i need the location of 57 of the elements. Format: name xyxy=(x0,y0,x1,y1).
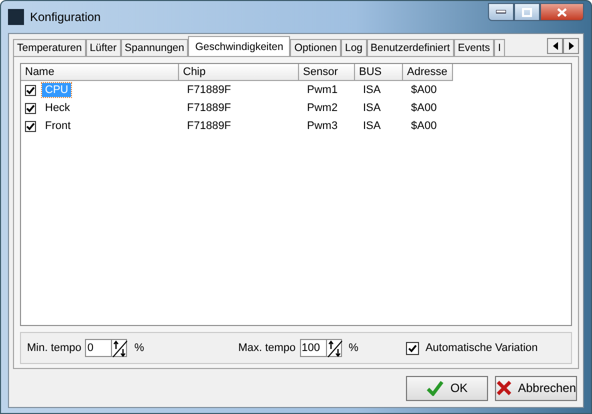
column-header[interactable]: Adresse xyxy=(403,64,453,81)
app-icon xyxy=(8,9,24,25)
cross-icon xyxy=(496,380,512,396)
column-header[interactable]: Chip xyxy=(179,64,299,81)
tab[interactable]: Optionen xyxy=(290,39,341,56)
checkbox[interactable] xyxy=(25,102,36,114)
window-title: Konfiguration xyxy=(30,10,101,24)
spin-button[interactable] xyxy=(111,339,128,357)
number-field[interactable]: 100 xyxy=(300,339,326,357)
column-header[interactable]: Sensor xyxy=(299,64,355,81)
column-header[interactable]: Name xyxy=(21,64,179,81)
table-cell-text: ISA xyxy=(362,84,382,96)
checkmark-icon xyxy=(426,380,444,396)
tab[interactable]: Log xyxy=(340,39,367,56)
checkbox[interactable] xyxy=(406,342,420,354)
fan-name[interactable]: Heck xyxy=(42,101,74,115)
tab[interactable]: Lüfter xyxy=(86,39,121,56)
tab[interactable]: Geschwindigkeiten xyxy=(188,36,290,56)
tab-scroll-left-button[interactable] xyxy=(547,38,563,54)
number-field[interactable]: 0 xyxy=(85,339,112,357)
tab[interactable]: Spannungen xyxy=(120,39,188,56)
left-arrow-icon xyxy=(552,42,558,50)
tab-scroll-right-button[interactable] xyxy=(563,38,579,54)
table-cell-text: $A00 xyxy=(410,102,438,114)
table-cell-text: ISA xyxy=(362,102,382,114)
fan-name[interactable]: Front xyxy=(42,119,74,133)
table-cell-text: Pwm1 xyxy=(306,84,339,96)
checkbox[interactable] xyxy=(25,84,36,96)
tab[interactable]: Events xyxy=(454,39,494,56)
tab[interactable]: I xyxy=(494,39,505,56)
checkbox-label: Automatische Variation xyxy=(425,342,538,354)
tempo-label: Max. tempo xyxy=(238,342,296,354)
tempo-label: Min. tempo xyxy=(27,342,82,354)
ok-button[interactable]: OK xyxy=(406,376,488,400)
tab[interactable]: Benutzerdefiniert xyxy=(366,39,454,56)
minimize-icon xyxy=(496,10,506,14)
close-button[interactable] xyxy=(540,3,584,21)
maximize-icon xyxy=(522,8,532,16)
table-cell-text: F71889F xyxy=(186,120,232,132)
table-cell-text: ISA xyxy=(362,120,382,132)
percent-unit: % xyxy=(348,342,358,354)
table-cell-text: Pwm3 xyxy=(306,120,339,132)
table-cell-text: $A00 xyxy=(410,120,438,132)
minimize-button[interactable] xyxy=(488,3,514,21)
maximize-button[interactable] xyxy=(514,3,540,21)
table-cell-text: F71889F xyxy=(186,84,232,96)
checkbox[interactable] xyxy=(25,120,36,132)
cancel-button[interactable]: Abbrechen xyxy=(495,376,577,400)
table-cell-text: Pwm2 xyxy=(306,102,339,114)
table-cell-text: F71889F xyxy=(186,102,232,114)
spin-button[interactable] xyxy=(326,339,342,357)
table-cell-text: $A00 xyxy=(410,84,438,96)
column-header[interactable]: BUS xyxy=(355,64,403,81)
tab[interactable]: Temperaturen xyxy=(13,39,86,56)
right-arrow-icon xyxy=(568,42,574,50)
close-icon xyxy=(557,8,567,16)
percent-unit: % xyxy=(134,342,144,354)
